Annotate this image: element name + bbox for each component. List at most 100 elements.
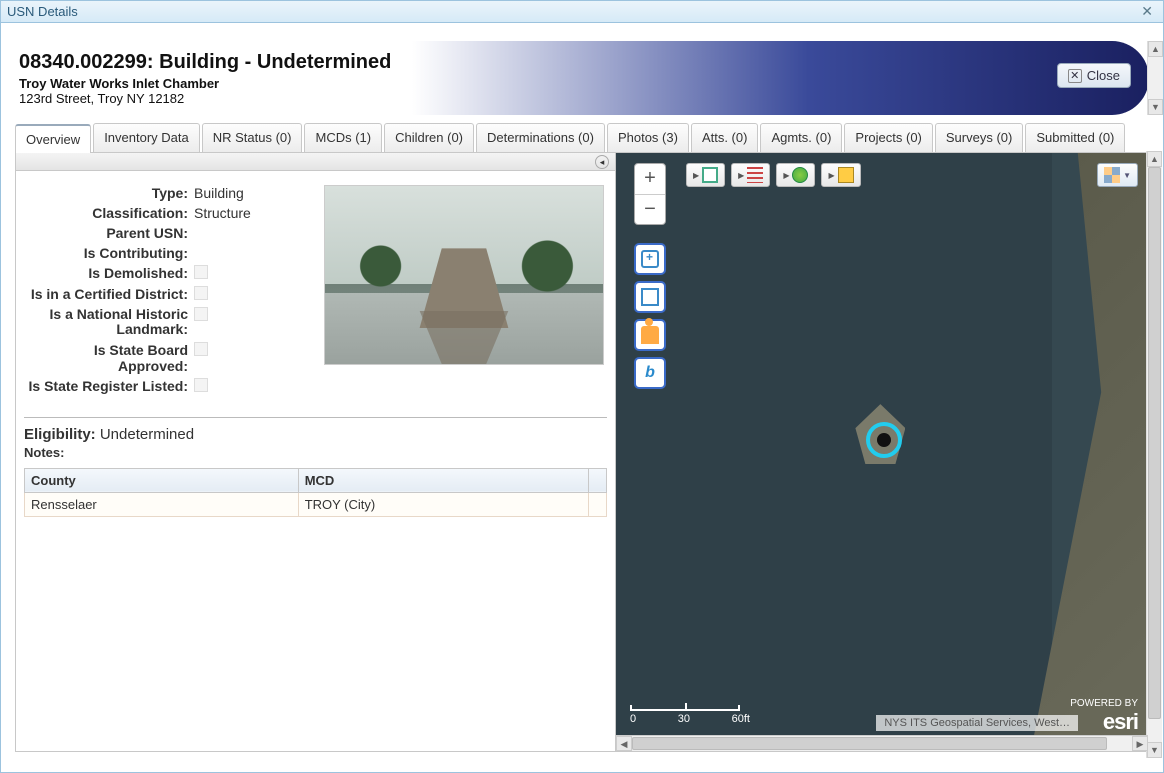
zoom-out-button[interactable]: −	[635, 194, 665, 224]
extent-icon	[641, 288, 659, 306]
tab-strip: Overview Inventory Data NR Status (0) MC…	[15, 123, 1149, 152]
map-tool-globe[interactable]: ▶	[776, 163, 815, 187]
scroll-thumb[interactable]	[632, 737, 1107, 750]
label-is-demolished: Is Demolished:	[24, 265, 194, 282]
scroll-down-icon[interactable]: ▼	[1148, 99, 1163, 115]
scroll-thumb[interactable]	[1148, 167, 1161, 719]
scroll-left-icon[interactable]: ◀	[616, 736, 632, 751]
record-title: 08340.002299: Building - Undetermined	[19, 51, 391, 74]
scale-1: 30	[678, 713, 690, 725]
tab-determinations[interactable]: Determinations (0)	[476, 123, 605, 152]
tab-overview[interactable]: Overview	[15, 124, 91, 153]
value-is-demolished	[194, 265, 208, 282]
tab-surveys[interactable]: Surveys (0)	[935, 123, 1023, 152]
tab-photos[interactable]: Photos (3)	[607, 123, 689, 152]
record-name: Troy Water Works Inlet Chamber	[19, 76, 391, 91]
details-area: Type: Building Classification: Structure…	[16, 171, 615, 525]
label-notes: Notes:	[24, 445, 607, 460]
scale-bar: 0 30 60ft	[630, 705, 750, 725]
tab-agmts[interactable]: Agmts. (0)	[760, 123, 842, 152]
tab-children[interactable]: Children (0)	[384, 123, 474, 152]
esri-logo: POWERED BY esri	[1070, 698, 1138, 735]
label-parent-usn: Parent USN:	[24, 225, 194, 241]
map-tool-legend[interactable]: ▶	[731, 163, 770, 187]
header-band: 08340.002299: Building - Undetermined Tr…	[15, 41, 1149, 115]
label-eligibility: Eligibility:	[24, 426, 96, 443]
map-pane[interactable]: + − ▶ ▶ ▶ ▶ ▼ b 0	[616, 153, 1148, 751]
collapse-bar: ◂	[16, 153, 615, 171]
header-text: 08340.002299: Building - Undetermined Tr…	[15, 51, 391, 106]
overview-pane: ◂ Type: Building Classification: Structu…	[16, 153, 616, 751]
scroll-up-icon[interactable]: ▲	[1148, 41, 1163, 57]
table-row[interactable]: Rensselaer TROY (City)	[25, 492, 607, 516]
esri-powered-by: POWERED BY	[1070, 698, 1138, 709]
tool-full-extent[interactable]	[634, 281, 666, 313]
map-h-scrollbar[interactable]: ◀ ▶	[616, 735, 1148, 751]
map-marker[interactable]	[866, 422, 902, 458]
zoom-in-button[interactable]: +	[635, 164, 665, 194]
check-is-state-board	[194, 342, 208, 356]
tool-streetview[interactable]	[634, 319, 666, 351]
tab-mcds[interactable]: MCDs (1)	[304, 123, 382, 152]
value-classification: Structure	[194, 205, 251, 221]
check-is-state-register	[194, 378, 208, 392]
scroll-right-icon[interactable]: ▶	[1132, 736, 1148, 751]
scale-2: 60ft	[732, 713, 750, 725]
outer-v-scrollbar[interactable]: ▲ ▼	[1146, 151, 1162, 758]
value-is-state-register	[194, 378, 208, 395]
map-tool-layers[interactable]: ▶	[686, 163, 725, 187]
window-close-icon[interactable]: ✕	[1137, 3, 1157, 20]
bing-icon: b	[645, 364, 655, 382]
tool-bing[interactable]: b	[634, 357, 666, 389]
eligibility-row: Eligibility: Undetermined	[24, 426, 607, 443]
scale-0: 0	[630, 713, 636, 725]
map-side-tools: b	[634, 243, 666, 389]
th-blank	[589, 468, 607, 492]
value-is-nhl	[194, 307, 208, 338]
th-mcd[interactable]: MCD	[298, 468, 588, 492]
td-mcd: TROY (City)	[298, 492, 588, 516]
label-is-certified: Is in a Certified District:	[24, 286, 194, 303]
check-is-nhl	[194, 307, 208, 321]
header-scrollbar[interactable]: ▲ ▼	[1147, 41, 1163, 115]
tool-zoom-box[interactable]	[634, 243, 666, 275]
th-county[interactable]: County	[25, 468, 299, 492]
window-title: USN Details	[7, 4, 1137, 19]
legend-icon	[747, 167, 763, 183]
usn-details-window: USN Details ✕ 08340.002299: Building - U…	[0, 0, 1164, 773]
tab-inventory-data[interactable]: Inventory Data	[93, 123, 200, 152]
basemap-icon	[1104, 167, 1120, 183]
person-icon	[641, 326, 659, 344]
photo-thumbnail[interactable]	[324, 185, 604, 365]
close-icon: ✕	[1068, 69, 1082, 83]
map-tool-measure[interactable]: ▶	[821, 163, 860, 187]
tab-nr-status[interactable]: NR Status (0)	[202, 123, 303, 152]
label-classification: Classification:	[24, 205, 194, 221]
tab-submitted[interactable]: Submitted (0)	[1025, 123, 1125, 152]
map-attribution: NYS ITS Geospatial Services, West…	[876, 715, 1078, 731]
td-blank	[589, 492, 607, 516]
esri-text: esri	[1070, 709, 1138, 735]
collapse-toggle-icon[interactable]: ◂	[595, 155, 609, 169]
county-mcd-table: County MCD Rensselaer TROY (City)	[24, 468, 607, 517]
chevron-down-icon: ▼	[1123, 171, 1131, 180]
value-is-certified	[194, 286, 208, 303]
scroll-down-icon[interactable]: ▼	[1147, 742, 1162, 758]
map-aerial[interactable]	[616, 153, 1148, 751]
content-area: ◂ Type: Building Classification: Structu…	[15, 152, 1149, 752]
map-toolbar: ▶ ▶ ▶ ▶	[686, 163, 861, 187]
scroll-up-icon[interactable]: ▲	[1147, 151, 1162, 167]
tab-atts[interactable]: Atts. (0)	[691, 123, 759, 152]
value-is-state-board	[194, 342, 208, 374]
label-type: Type:	[24, 185, 194, 201]
value-eligibility: Undetermined	[100, 426, 194, 443]
label-is-state-board: Is State Board Approved:	[24, 342, 194, 374]
close-button[interactable]: ✕ Close	[1057, 63, 1131, 88]
label-is-nhl: Is a National Historic Landmark:	[24, 307, 194, 338]
divider	[24, 417, 607, 418]
basemap-button[interactable]: ▼	[1097, 163, 1138, 187]
tab-projects[interactable]: Projects (0)	[844, 123, 932, 152]
globe-icon	[792, 167, 808, 183]
td-county: Rensselaer	[25, 492, 299, 516]
layers-icon	[702, 167, 718, 183]
